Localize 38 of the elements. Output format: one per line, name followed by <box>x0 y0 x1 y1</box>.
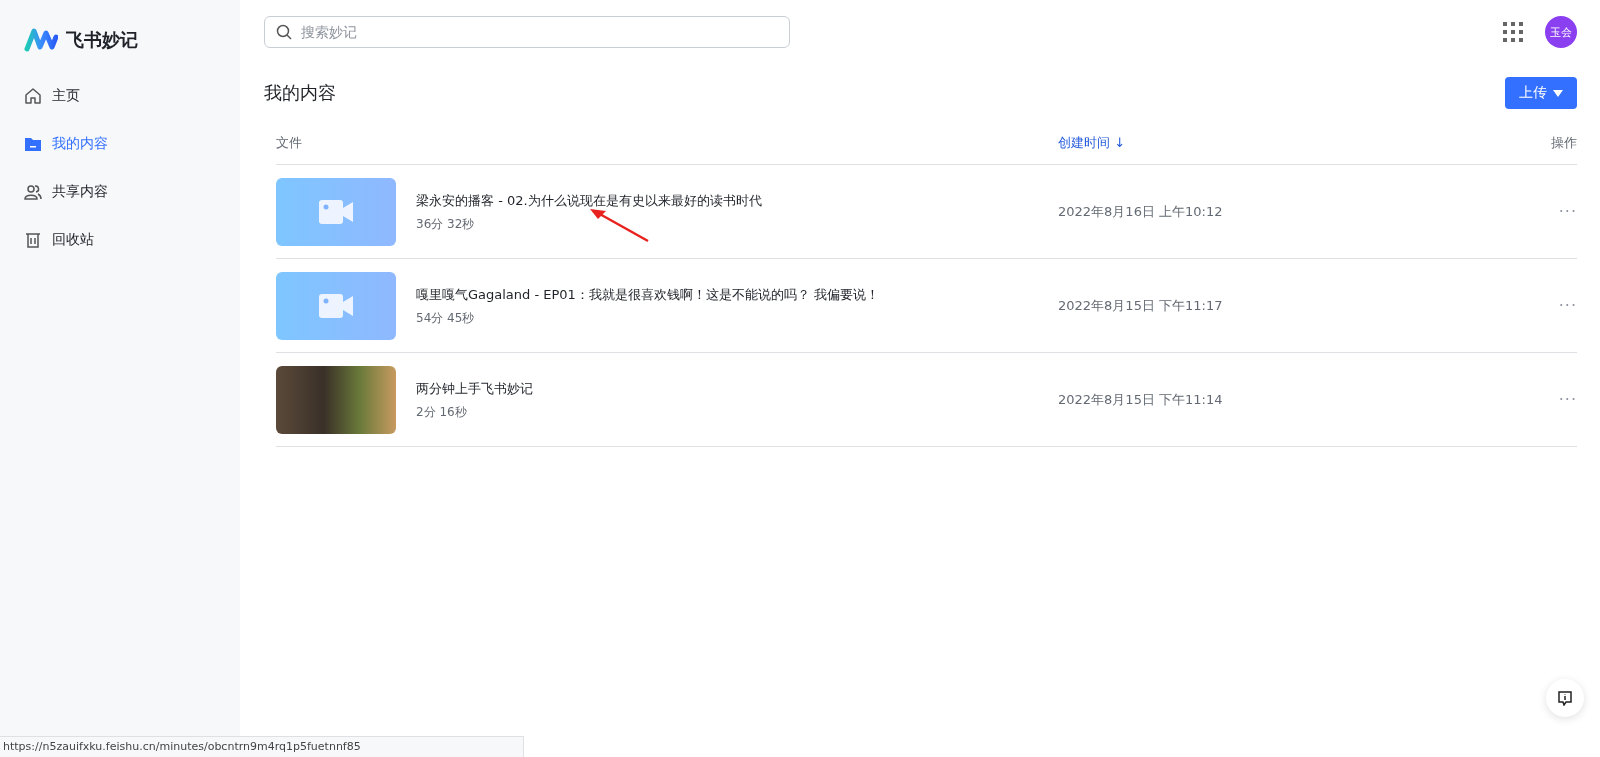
trash-icon <box>24 231 42 249</box>
photo-placeholder[interactable] <box>276 365 396 434</box>
column-header[interactable]: 创建时间 ↓ <box>1058 134 1533 152</box>
column-header: 文件 <box>276 134 303 152</box>
page-title: 我的内容 <box>264 81 336 105</box>
duration: 36分 32秒 <box>416 216 476 233</box>
info-message-icon <box>1557 690 1573 706</box>
duration: 54分 45秒 <box>416 310 476 327</box>
recording-title[interactable]: 嘎里嘎气Gagaland - EP01：我就是很喜欢钱啊！这是不能说的吗？ 我偏要说！ <box>416 287 879 302</box>
duration: 2分 16秒 <box>416 404 468 421</box>
caret-icon <box>1553 89 1563 97</box>
app-name: 飞书妙记 <box>66 28 138 52</box>
video-camera-icon <box>319 199 353 224</box>
home-icon <box>24 87 42 105</box>
recording-title[interactable]: 两分钟上手飞书妙记 <box>416 381 533 396</box>
created-time: 2022年8月15日 下午11:14 <box>1058 390 1224 409</box>
created-time: 2022年8月15日 下午11:17 <box>1058 296 1224 315</box>
sidebar-item[interactable]: 回收站 <box>0 216 240 264</box>
recording-title[interactable]: 梁永安的播客 - 02.为什么说现在是有史以来最好的读书时代 <box>416 193 762 208</box>
apps-grid-icon[interactable] <box>1503 22 1523 42</box>
folder-icon <box>24 135 42 153</box>
video-thumbnail[interactable] <box>276 271 396 340</box>
annotation-arrow <box>588 207 650 243</box>
user-avatar[interactable]: 玉会 <box>1545 16 1577 48</box>
people-icon <box>24 183 42 201</box>
search-icon <box>276 24 292 40</box>
sidebar-item[interactable]: 我的内容 <box>0 120 240 168</box>
sidebar-item[interactable]: 主页 <box>0 72 240 120</box>
column-header: 操作 <box>1550 134 1577 152</box>
status-url: https://n5zauifxku.feishu.cn/minutes/obcntrn9m4rq1p5fuetnnf85 <box>0 736 524 757</box>
created-time: 2022年8月16日 上午10:12 <box>1058 202 1224 221</box>
feedback-button[interactable] <box>1546 679 1584 717</box>
logo-icon <box>24 27 58 53</box>
upload-button[interactable]: 上传 <box>1505 77 1577 109</box>
video-camera-icon <box>319 293 353 318</box>
sidebar-item[interactable]: 共享内容 <box>0 168 240 216</box>
video-thumbnail[interactable] <box>276 177 396 246</box>
search-field[interactable]: 搜索妙记 <box>264 16 790 48</box>
